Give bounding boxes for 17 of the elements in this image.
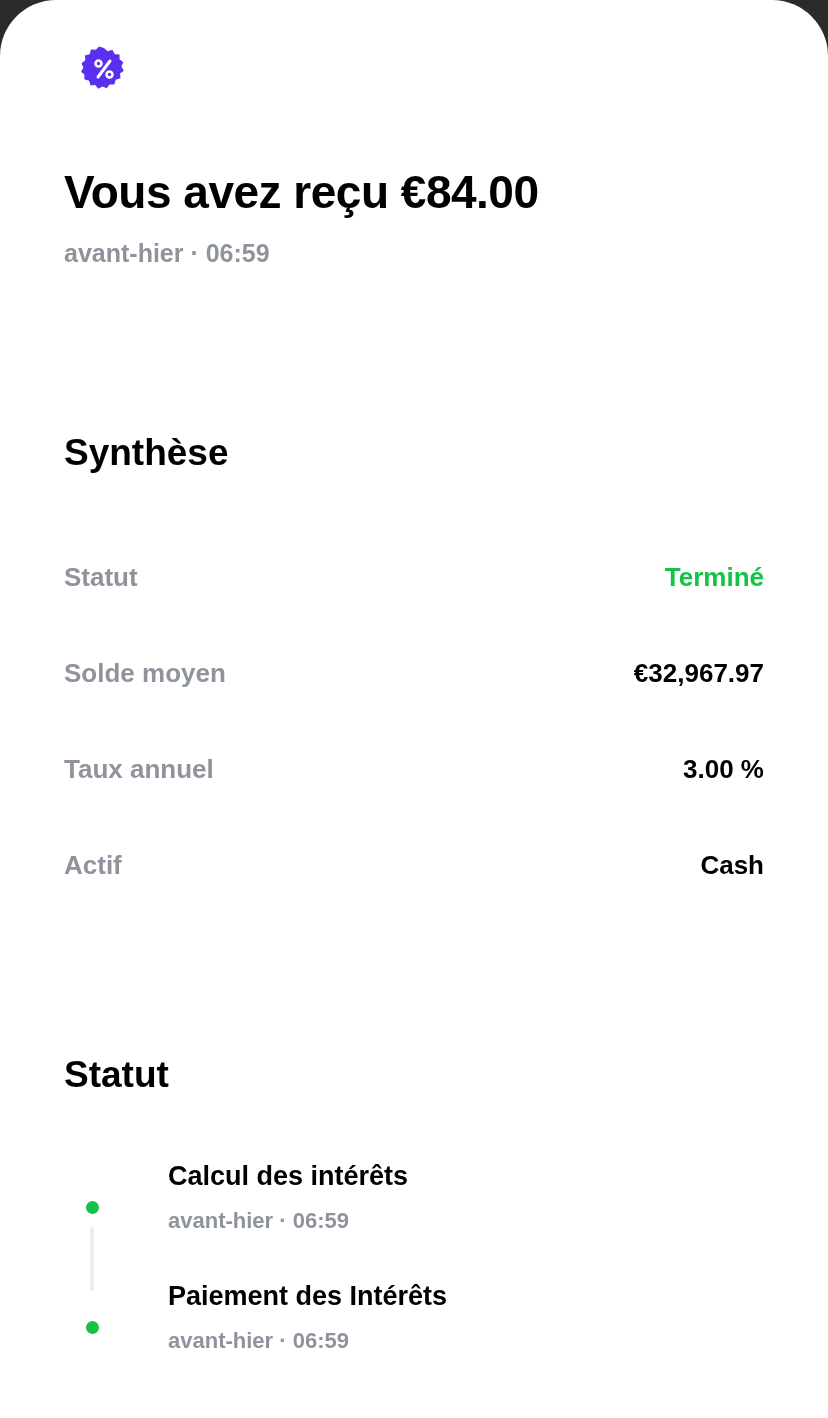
row-label: Statut (64, 560, 138, 594)
row-label: Taux annuel (64, 752, 214, 786)
step-title: Calcul des intérêts (168, 1160, 409, 1193)
row-value: Cash (700, 848, 764, 882)
step-time: avant-hier · 06:59 (168, 1207, 350, 1235)
amount-title: Vous avez reçu €84.00 (64, 165, 540, 220)
status-value: Terminé (664, 560, 764, 594)
row-value: 3.00 % (683, 752, 764, 786)
step-time: avant-hier · 06:59 (168, 1327, 350, 1355)
percent-badge-icon (81, 46, 127, 92)
date-time: avant-hier · 06:59 (64, 238, 271, 268)
section-title: Statut (64, 1053, 170, 1097)
row-value: €32,967.97 (633, 656, 764, 690)
row-label: Solde moyen (64, 656, 226, 690)
step-title: Paiement des Intérêts (168, 1280, 448, 1313)
row-label: Actif (64, 848, 122, 882)
section-title: Synthèse (64, 431, 230, 475)
